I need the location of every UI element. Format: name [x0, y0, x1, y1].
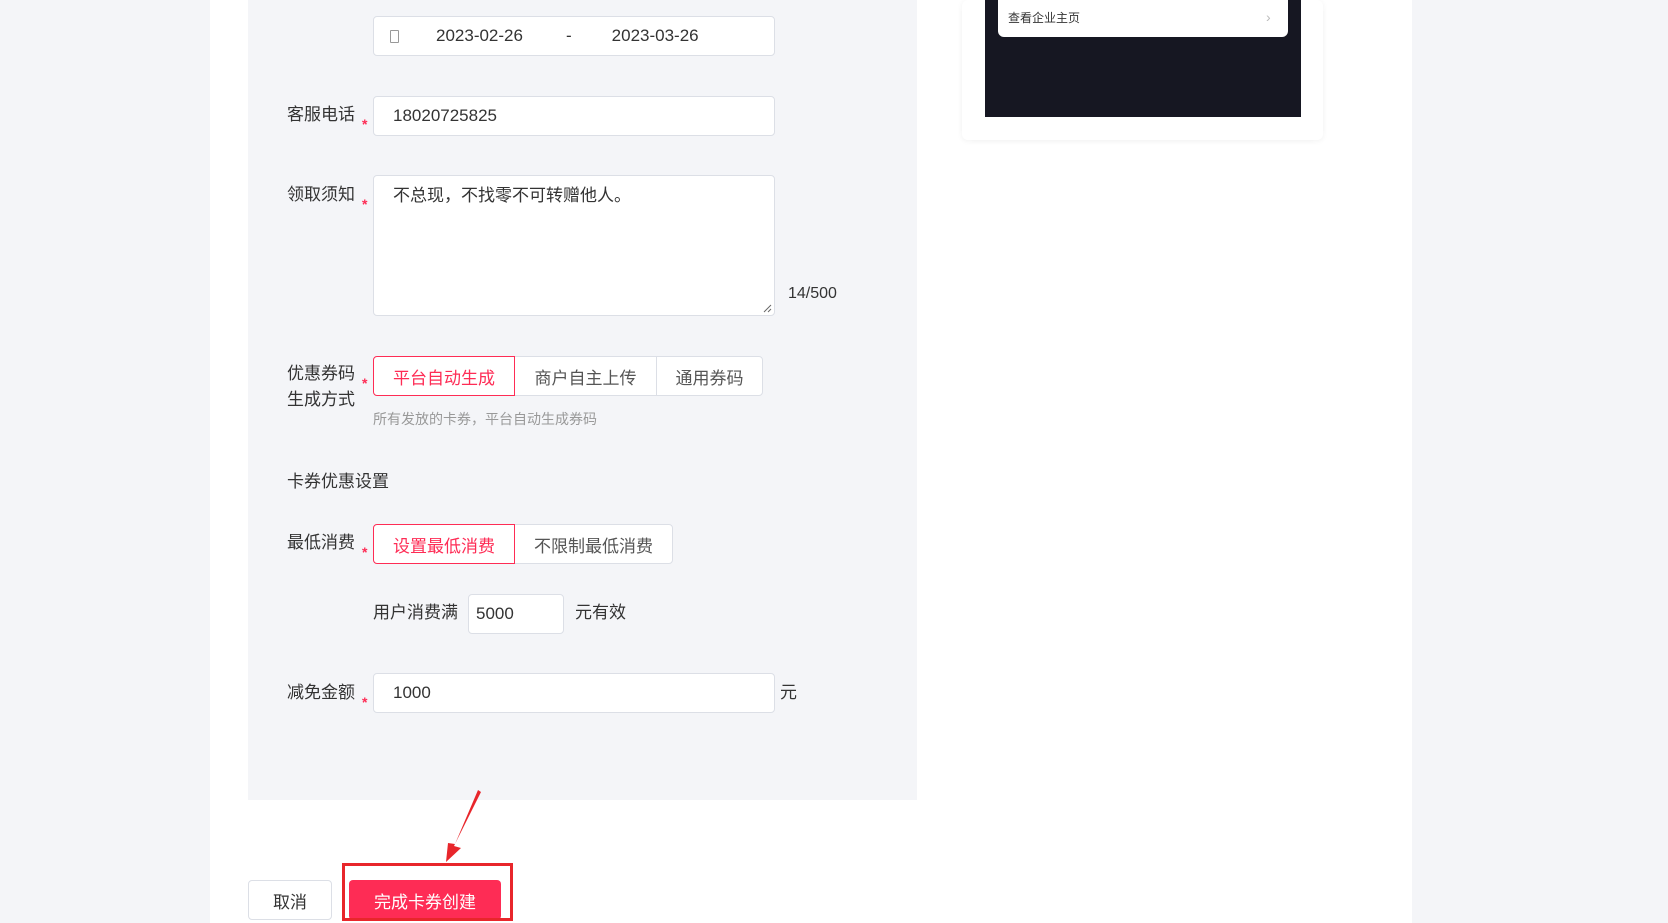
cancel-button[interactable]: 取消: [248, 880, 332, 920]
annotation-arrow-icon: [446, 790, 481, 862]
code-generation-label: 优惠券码: [287, 364, 355, 383]
date-start[interactable]: 2023-02-26: [436, 26, 524, 46]
service-phone-input[interactable]: 18020725825: [373, 96, 775, 136]
required-mark: *: [362, 694, 368, 710]
resize-handle-icon[interactable]: [762, 303, 772, 313]
chevron-right-icon: ›: [1266, 9, 1271, 25]
min-spend-label: 最低消费: [287, 533, 355, 552]
code-generation-label-line2: 生成方式: [287, 390, 355, 409]
option-merchant-upload[interactable]: 商户自主上传: [514, 356, 657, 396]
code-generation-hint: 所有发放的卡券，平台自动生成券码: [373, 411, 597, 427]
required-mark: *: [362, 544, 368, 560]
option-platform-auto[interactable]: 平台自动生成: [373, 356, 515, 396]
required-mark: *: [362, 116, 368, 132]
min-spend-suffix: 元有效: [575, 603, 626, 622]
required-mark: *: [362, 375, 368, 391]
discount-amount-value: 1000: [393, 683, 431, 702]
min-spend-segmented: 设置最低消费 不限制最低消费: [373, 524, 673, 564]
code-generation-segmented: 平台自动生成 商户自主上传 通用券码: [373, 356, 763, 396]
discount-amount-input[interactable]: 1000: [373, 673, 775, 713]
required-mark: *: [362, 196, 368, 212]
date-end[interactable]: 2023-03-26: [612, 26, 699, 46]
min-spend-value: 5000: [476, 604, 514, 623]
pickup-notice-counter: 14/500: [788, 285, 837, 302]
discount-amount-label: 减免金额: [287, 683, 355, 702]
service-phone-label: 客服电话: [287, 105, 355, 124]
option-set-min-spend[interactable]: 设置最低消费: [373, 524, 515, 564]
min-spend-prefix: 用户消费满: [373, 603, 458, 622]
calendar-icon: [390, 29, 399, 43]
min-spend-input[interactable]: 5000: [468, 594, 564, 634]
service-phone-value: 18020725825: [393, 106, 498, 125]
date-range-picker[interactable]: 2023-02-26 - 2023-03-26: [373, 16, 775, 56]
discount-settings-title: 卡券优惠设置: [287, 472, 389, 491]
discount-amount-unit: 元: [780, 683, 797, 702]
pickup-notice-label: 领取须知: [287, 185, 355, 204]
enterprise-homepage-label: 查看企业主页: [1008, 11, 1081, 25]
pickup-notice-textarea[interactable]: 不总现，不找零不可转赠他人。: [373, 175, 775, 316]
option-universal-code[interactable]: 通用券码: [656, 356, 763, 396]
pickup-notice-value: 不总现，不找零不可转赠他人。: [393, 186, 631, 205]
option-no-min-spend[interactable]: 不限制最低消费: [514, 524, 673, 564]
annotation-highlight-box: [342, 863, 513, 921]
date-separator: -: [566, 26, 572, 45]
